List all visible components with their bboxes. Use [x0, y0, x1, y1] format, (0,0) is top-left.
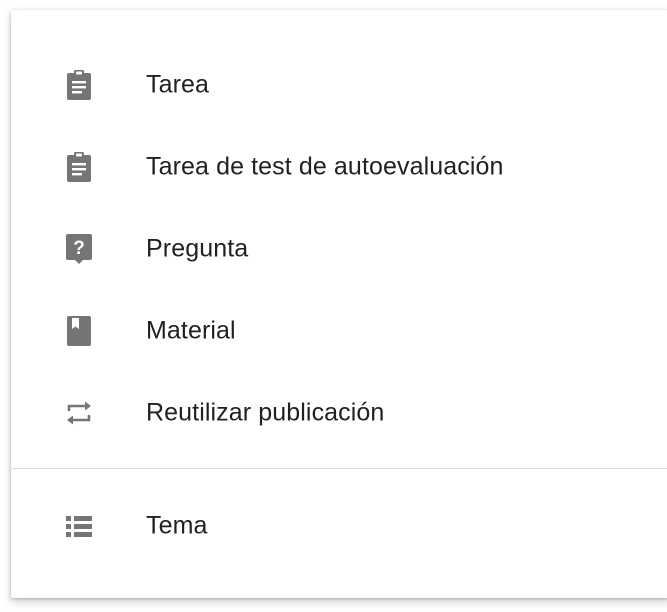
- repeat-icon: [64, 396, 94, 430]
- assignment-icon: [64, 68, 94, 102]
- menu-item-label: Reutilizar publicación: [146, 398, 385, 427]
- menu-item-tarea[interactable]: Tarea: [11, 57, 667, 113]
- create-menu: Tarea Tarea de test de autoevaluación ? …: [11, 10, 667, 598]
- menu-item-pregunta[interactable]: ? Pregunta: [11, 221, 667, 277]
- menu-item-label: Tarea de test de autoevaluación: [146, 152, 504, 181]
- menu-divider: [11, 468, 667, 469]
- menu-item-label: Tema: [146, 511, 208, 540]
- svg-text:?: ?: [73, 238, 85, 259]
- topic-list-icon: [64, 509, 94, 543]
- menu-item-reutilizar-publicacion[interactable]: Reutilizar publicación: [11, 385, 667, 441]
- page: Tarea Tarea de test de autoevaluación ? …: [0, 0, 667, 612]
- menu-item-label: Material: [146, 316, 236, 345]
- book-icon: [64, 314, 94, 348]
- menu-item-material[interactable]: Material: [11, 303, 667, 359]
- menu-item-tarea-test-autoevaluacion[interactable]: Tarea de test de autoevaluación: [11, 139, 667, 195]
- question-icon: ?: [64, 232, 94, 266]
- menu-item-tema[interactable]: Tema: [11, 498, 667, 554]
- menu-item-label: Tarea: [146, 70, 210, 99]
- menu-item-label: Pregunta: [146, 234, 249, 263]
- assignment-icon: [64, 150, 94, 184]
